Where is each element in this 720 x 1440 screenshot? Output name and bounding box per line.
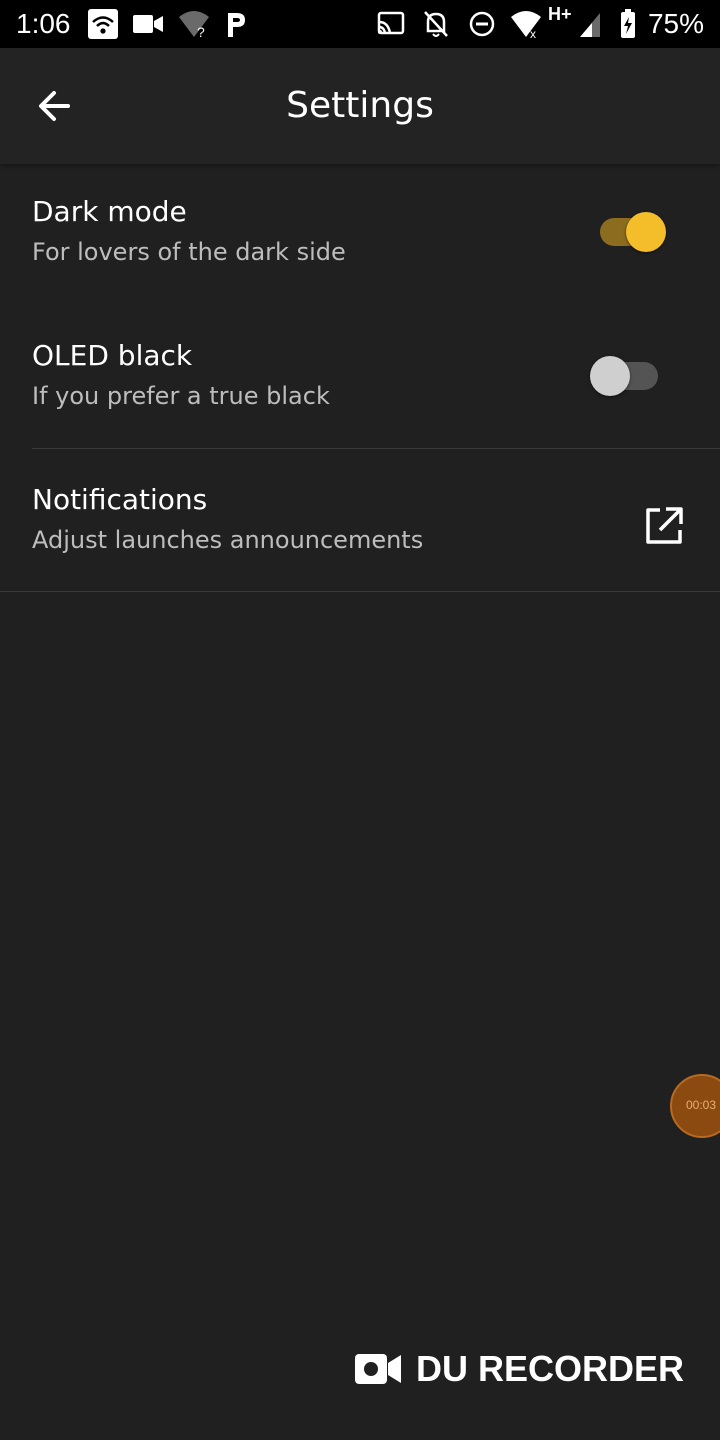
setting-subtitle: Adjust launches announcements bbox=[32, 526, 424, 554]
setting-row-oled-black[interactable]: OLED black If you prefer a true black bbox=[0, 308, 720, 452]
wifi-no-internet-icon: x bbox=[511, 11, 541, 39]
svg-text:x: x bbox=[530, 27, 536, 39]
section-divider bbox=[32, 448, 720, 449]
dark-mode-switch[interactable] bbox=[596, 210, 666, 254]
do-not-disturb-icon bbox=[469, 11, 495, 37]
switch-thumb bbox=[626, 212, 666, 252]
battery-charging-icon bbox=[621, 9, 635, 38]
wifi-unknown-icon: ? bbox=[179, 11, 209, 39]
open-in-new-icon[interactable] bbox=[642, 504, 686, 548]
setting-title: Dark mode bbox=[32, 195, 187, 228]
video-camera-icon bbox=[133, 15, 163, 33]
status-time: 1:06 bbox=[16, 8, 71, 39]
setting-title: OLED black bbox=[32, 339, 193, 372]
wifi-hotspot-icon bbox=[88, 9, 118, 39]
cast-icon bbox=[377, 11, 405, 35]
list-bottom-divider bbox=[0, 591, 720, 592]
video-camera-icon bbox=[355, 1354, 401, 1384]
status-bar: 1:06 ? x H+ 75% bbox=[0, 0, 720, 48]
parking-app-icon bbox=[228, 13, 245, 37]
setting-title: Notifications bbox=[32, 483, 208, 516]
watermark-text: DU RECORDER bbox=[416, 1348, 685, 1389]
setting-subtitle: For lovers of the dark side bbox=[32, 238, 346, 266]
signal-strength-icon bbox=[580, 13, 600, 37]
switch-thumb bbox=[590, 356, 630, 396]
settings-screen: 1:06 ? x H+ 75% Settings Dark mode For l… bbox=[0, 0, 720, 1440]
svg-text:?: ? bbox=[197, 24, 205, 39]
recorder-bubble[interactable]: 00:03 bbox=[670, 1074, 720, 1138]
setting-row-notifications[interactable]: Notifications Adjust launches announceme… bbox=[0, 452, 720, 596]
battery-percent: 75% bbox=[647, 8, 704, 39]
recorder-timer: 00:03 bbox=[686, 1098, 717, 1112]
notifications-off-icon bbox=[424, 11, 448, 37]
page-title: Settings bbox=[286, 85, 434, 126]
oled-black-switch[interactable] bbox=[590, 354, 660, 398]
app-bar: Settings bbox=[0, 48, 720, 164]
setting-row-dark-mode[interactable]: Dark mode For lovers of the dark side bbox=[0, 164, 720, 308]
setting-subtitle: If you prefer a true black bbox=[32, 382, 330, 410]
network-type-label: H+ bbox=[548, 4, 572, 24]
